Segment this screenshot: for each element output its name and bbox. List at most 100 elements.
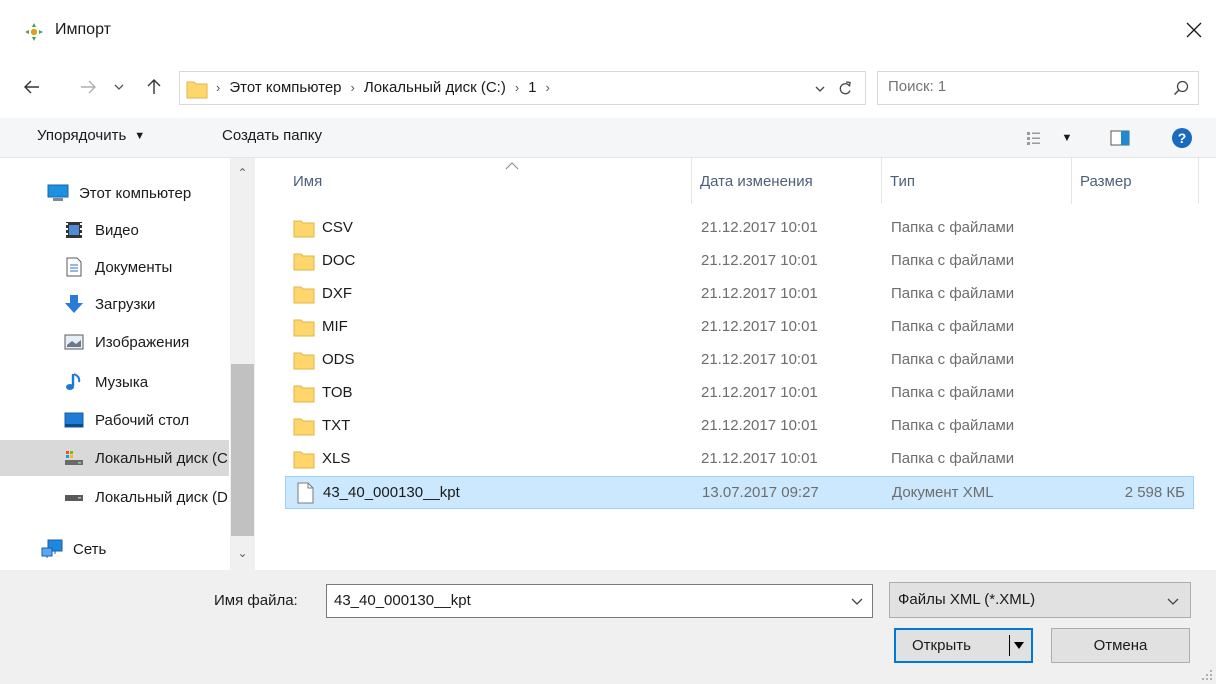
nav-item-local-disk-d[interactable]: Локальный диск (D:) xyxy=(0,479,229,515)
address-dropdown-button[interactable] xyxy=(810,80,830,98)
file-name: DXF xyxy=(322,285,352,302)
file-name: CSV xyxy=(322,219,353,236)
breadcrumb-separator[interactable]: › xyxy=(515,80,519,95)
file-row-csv[interactable]: CSV 21.12.2017 10:01 Папка с файлами xyxy=(285,212,1194,245)
new-folder-label: Создать папку xyxy=(222,127,322,144)
search-box[interactable] xyxy=(877,71,1199,105)
column-header-date[interactable]: Дата изменения xyxy=(692,158,882,204)
close-button[interactable] xyxy=(1172,10,1216,50)
file-type: Папка с файлами xyxy=(891,318,1015,335)
nav-item-local-disk-c[interactable]: Локальный диск (C:) xyxy=(0,440,229,476)
window-title: Импорт xyxy=(55,21,111,38)
cancel-label: Отмена xyxy=(1093,637,1148,654)
address-bar[interactable]: › Этот компьютер › Локальный диск (C:) ›… xyxy=(179,71,866,105)
back-arrow-icon xyxy=(24,80,39,94)
file-date: 13.07.2017 09:27 xyxy=(702,484,819,501)
file-date: 21.12.2017 10:01 xyxy=(701,318,818,335)
nav-item-network[interactable]: Сеть xyxy=(0,531,229,567)
scroll-up-icon[interactable]: ⌃ xyxy=(230,166,255,180)
resize-grip-icon[interactable] xyxy=(1201,669,1213,681)
column-header-size[interactable]: Размер xyxy=(1072,158,1199,204)
nav-item-videos[interactable]: Видео xyxy=(0,212,229,248)
caret-down-icon[interactable] xyxy=(1013,639,1025,651)
help-button[interactable]: ? xyxy=(1169,126,1195,150)
up-button[interactable] xyxy=(142,72,166,102)
organize-label: Упорядочить xyxy=(37,127,127,144)
open-button[interactable]: Открыть xyxy=(894,628,1033,663)
close-icon xyxy=(1186,22,1202,38)
file-date: 21.12.2017 10:01 xyxy=(701,252,818,269)
back-button[interactable] xyxy=(18,72,46,102)
forward-arrow-icon xyxy=(81,80,96,94)
file-name: DOC xyxy=(322,252,356,269)
file-type: Папка с файлами xyxy=(891,417,1015,434)
file-row-mif[interactable]: MIF 21.12.2017 10:01 Папка с файлами xyxy=(285,311,1194,344)
caret-down-icon: ▼ xyxy=(134,129,146,142)
command-bar: Упорядочить ▼ Создать папку ▼ ? xyxy=(0,118,1216,158)
pictures-icon xyxy=(63,332,85,352)
dialog-footer: Имя файла: 43_40_000130__kpt Файлы XML (… xyxy=(0,570,1216,684)
nav-item-label: Рабочий стол xyxy=(95,411,190,429)
filename-input[interactable]: 43_40_000130__kpt xyxy=(326,584,873,618)
nav-item-label: Музыка xyxy=(95,373,149,391)
file-type-filter[interactable]: Файлы XML (*.XML) xyxy=(889,582,1191,618)
address-row: › Этот компьютер › Локальный диск (C:) ›… xyxy=(0,58,1216,118)
nav-item-desktop[interactable]: Рабочий стол xyxy=(0,402,229,438)
breadcrumb-this-pc[interactable]: Этот компьютер xyxy=(229,79,341,96)
file-row-doc[interactable]: DOC 21.12.2017 10:01 Папка с файлами xyxy=(285,245,1194,278)
filename-value: 43_40_000130__kpt xyxy=(334,592,471,609)
nav-item-music[interactable]: Музыка xyxy=(0,364,229,400)
nav-item-pictures[interactable]: Изображения xyxy=(0,324,229,360)
folder-icon xyxy=(186,81,208,99)
column-header-type[interactable]: Тип xyxy=(882,158,1072,204)
forward-button[interactable] xyxy=(76,72,100,102)
up-arrow-icon xyxy=(147,79,161,94)
file-row-xml[interactable]: 43_40_000130__kpt 13.07.2017 09:27 Докум… xyxy=(285,476,1194,509)
column-label: Тип xyxy=(890,172,916,190)
new-folder-button[interactable]: Создать папку xyxy=(222,127,322,144)
nav-scrollbar-thumb[interactable] xyxy=(231,364,254,536)
drive-icon xyxy=(63,487,85,507)
refresh-button[interactable] xyxy=(830,77,860,101)
preview-pane-button[interactable] xyxy=(1106,126,1134,150)
file-date: 21.12.2017 10:01 xyxy=(701,384,818,401)
breadcrumb: › Этот компьютер › Локальный диск (C:) ›… xyxy=(216,79,559,96)
file-row-ods[interactable]: ODS 21.12.2017 10:01 Папка с файлами xyxy=(285,344,1194,377)
search-input[interactable] xyxy=(888,78,1158,95)
file-name: 43_40_000130__kpt xyxy=(323,484,460,501)
file-type-filter-value: Файлы XML (*.XML) xyxy=(898,591,1036,608)
breadcrumb-local-disk[interactable]: Локальный диск (C:) xyxy=(364,79,506,96)
nav-item-this-pc[interactable]: Этот компьютер xyxy=(0,175,229,211)
app-icon xyxy=(25,23,43,41)
network-icon xyxy=(41,539,63,559)
video-icon xyxy=(63,220,85,240)
view-details-icon xyxy=(1026,132,1040,145)
nav-item-downloads[interactable]: Загрузки xyxy=(0,286,229,322)
chevron-down-icon xyxy=(1167,598,1179,605)
chevron-down-icon[interactable] xyxy=(850,594,864,608)
column-label: Размер xyxy=(1080,172,1132,190)
file-type: Папка с файлами xyxy=(891,285,1015,302)
nav-item-label: Локальный диск (D:) xyxy=(95,488,229,506)
organize-button[interactable]: Упорядочить ▼ xyxy=(37,127,145,144)
breadcrumb-folder-1[interactable]: 1 xyxy=(528,79,536,96)
change-view-button[interactable]: ▼ xyxy=(1019,126,1079,150)
search-icon[interactable] xyxy=(1173,80,1189,96)
file-row-txt[interactable]: TXT 21.12.2017 10:01 Папка с файлами xyxy=(285,410,1194,443)
nav-item-documents[interactable]: Документы xyxy=(0,249,229,285)
file-type: Документ XML xyxy=(892,484,994,501)
file-row-tob[interactable]: TOB 21.12.2017 10:01 Папка с файлами xyxy=(285,377,1194,410)
scroll-down-icon[interactable]: ⌄ xyxy=(230,546,255,560)
nav-item-label: Документы xyxy=(95,258,173,276)
column-header-name[interactable]: Имя xyxy=(285,158,692,204)
file-row-xls[interactable]: XLS 21.12.2017 10:01 Папка с файлами xyxy=(285,443,1194,476)
nav-scrollbar[interactable]: ⌃ ⌄ xyxy=(230,158,255,570)
recent-locations-button[interactable] xyxy=(110,72,128,102)
file-row-dxf[interactable]: DXF 21.12.2017 10:01 Папка с файлами xyxy=(285,278,1194,311)
nav-item-label: Этот компьютер xyxy=(79,184,192,202)
breadcrumb-separator[interactable]: › xyxy=(351,80,355,95)
cancel-button[interactable]: Отмена xyxy=(1051,628,1190,663)
file-name: XLS xyxy=(322,450,351,467)
chevron-down-icon xyxy=(114,84,124,90)
breadcrumb-separator[interactable]: › xyxy=(546,80,550,95)
